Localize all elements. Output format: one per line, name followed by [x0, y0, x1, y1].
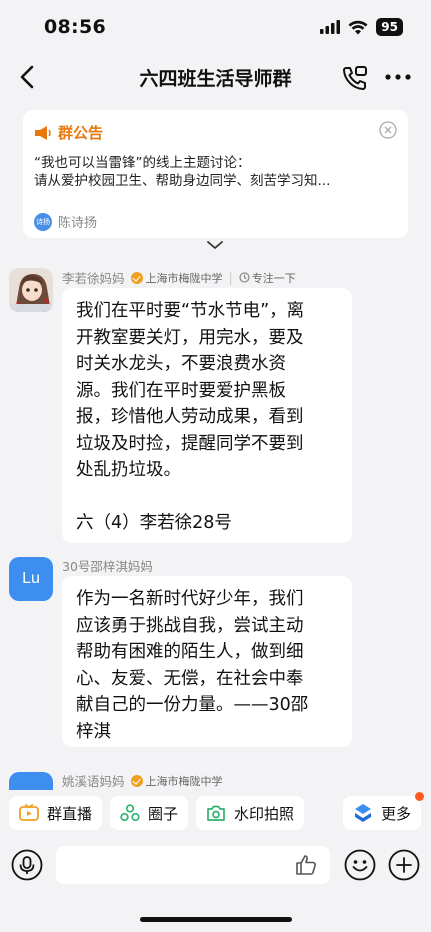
status-tag: 专注一下: [239, 270, 296, 286]
avatar[interactable]: [9, 772, 53, 790]
plus-icon[interactable]: [388, 849, 420, 881]
message-bubble[interactable]: 我们在平时要“节水节电”，离 开教室要关灯，用完水，要及 时关水龙头，不要浪费水…: [62, 288, 352, 543]
anime-avatar-image: [9, 268, 53, 312]
message-line: 应该勇于挑战自我，尝试主动: [76, 615, 304, 636]
notice-content: “我也可以当雷锋”的线上主题讨论： 请从爱护校园卫生、帮助身边同学、刻苦学习知.…: [34, 154, 394, 190]
message-line: 献自己的一份力量。——30邵: [76, 695, 309, 715]
more-label: 更多: [380, 804, 411, 823]
sender-name: 李若徐妈妈: [62, 271, 125, 286]
circle-icon: [120, 804, 140, 822]
watermark-camera-label: 水印拍照: [234, 804, 295, 823]
status-text: 专注一下: [251, 271, 296, 285]
sender-name: 姚溪语妈妈: [62, 774, 125, 789]
message-line: 六（4）李若徐28号: [76, 513, 232, 533]
message-line: 开教室要关灯，用完水，要及: [76, 327, 304, 348]
wifi-icon: [348, 20, 368, 34]
battery-indicator: 95: [376, 18, 403, 36]
chevron-down-icon[interactable]: [205, 240, 225, 250]
sender-row: 30号邵梓淇妈妈: [62, 556, 153, 575]
avatar[interactable]: [9, 268, 53, 312]
voice-icon[interactable]: [11, 849, 43, 881]
live-stream-button[interactable]: 群直播: [9, 796, 103, 830]
notice-header: 群公告: [34, 122, 103, 143]
message-item: 姚溪语妈妈 上海市梅陇中学: [0, 770, 431, 790]
status-time: 08:56: [44, 16, 106, 38]
more-button[interactable]: 更多: [342, 792, 424, 830]
watermark-camera-button[interactable]: 水印拍照: [196, 796, 305, 830]
school-name: 上海市梅陇中学: [145, 774, 223, 788]
notice-line: “我也可以当雷锋”的线上主题讨论：: [34, 155, 251, 171]
message-line: [76, 484, 338, 511]
megaphone-icon: [35, 125, 51, 140]
message-line: 梓淇: [76, 721, 111, 742]
message-line: 心、友爱、无偿，在社会中奉: [76, 668, 304, 689]
avatar[interactable]: Lu: [9, 557, 53, 601]
signal-icon: [320, 20, 341, 34]
notice-author: 诗扬 陈诗扬: [34, 212, 97, 231]
sender-name: 30号邵梓淇妈妈: [62, 559, 153, 574]
message-line: 垃圾及时捡，提醒同学不要到: [76, 433, 304, 454]
school-name: 上海市梅陇中学: [145, 271, 223, 285]
message-line: 时关水龙头，不要浪费水资: [76, 354, 286, 374]
thumbs-up-icon[interactable]: [294, 853, 318, 877]
notice-title: 群公告: [58, 124, 104, 142]
tv-icon: [19, 804, 39, 821]
more-options-icon[interactable]: [385, 72, 411, 82]
circle-button[interactable]: 圈子: [110, 796, 189, 830]
quick-action-bar: 群直播 圈子 水印拍照 更多: [0, 790, 431, 836]
divider: |: [228, 270, 233, 285]
status-icons: 95: [320, 18, 403, 36]
message-input[interactable]: [56, 846, 330, 884]
message-line: 报，珍惜他人劳动成果，看到: [76, 407, 304, 427]
author-name: 陈诗扬: [58, 216, 98, 231]
live-stream-label: 群直播: [47, 804, 93, 823]
message-line: 源。我们在平时要爱护黑板: [76, 380, 286, 401]
message-line: 我们在平时要“节水节电”，离: [76, 301, 305, 321]
message-line: 帮助有困难的陌生人，做到细: [76, 642, 304, 662]
verified-icon: [130, 774, 143, 787]
notification-dot: [415, 792, 424, 801]
message-line: 处乱扔垃圾。: [76, 460, 181, 480]
group-notice-card[interactable]: 群公告 “我也可以当雷锋”的线上主题讨论： 请从爱护校园卫生、帮助身边同学、刻苦…: [23, 110, 408, 238]
camera-icon: [207, 805, 225, 821]
emoji-icon[interactable]: [344, 849, 376, 881]
chat-header: 六四班生活导师群: [0, 52, 431, 102]
notice-line: 请从爱护校园卫生、帮助身边同学、刻苦学习知...: [34, 173, 331, 189]
message-bubble[interactable]: 作为一名新时代好少年，我们 应该勇于挑战自我，尝试主动 帮助有困难的陌生人，做到…: [62, 576, 352, 747]
sender-row: 李若徐妈妈 上海市梅陇中学 | 专注一下: [62, 268, 296, 287]
message-line: 作为一名新时代好少年，我们: [76, 589, 304, 609]
circle-label: 圈子: [148, 804, 179, 823]
group-call-icon[interactable]: [341, 64, 369, 92]
home-indicator: [140, 917, 292, 922]
status-bar: 08:56 95: [0, 0, 431, 52]
sender-row: 姚溪语妈妈 上海市梅陇中学: [62, 771, 223, 790]
verified-icon: [130, 271, 143, 284]
lock-icon: [239, 272, 250, 283]
more-apps-icon: [354, 804, 371, 822]
close-notice-icon[interactable]: [379, 121, 397, 139]
school-tag: 上海市梅陇中学: [130, 270, 223, 286]
author-avatar: 诗扬: [34, 212, 52, 231]
school-tag: 上海市梅陇中学: [130, 773, 223, 789]
